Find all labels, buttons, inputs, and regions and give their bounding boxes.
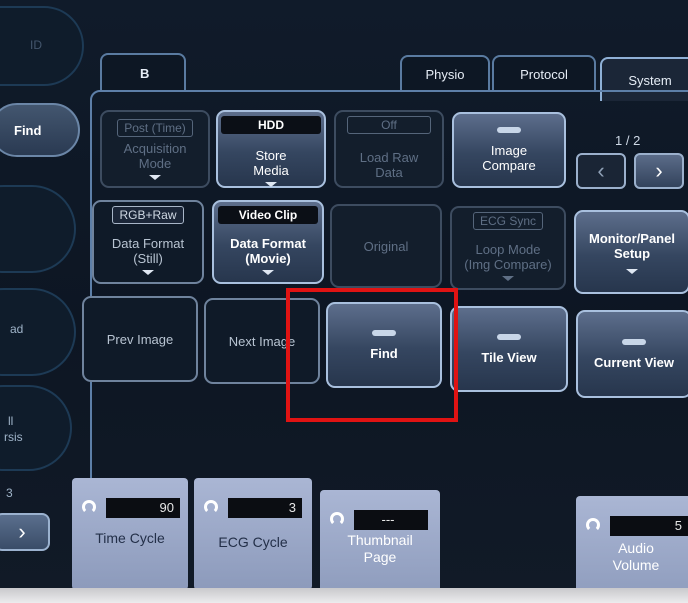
ecg-cycle-label: ECG Cycle	[218, 534, 288, 550]
knob-icon	[82, 500, 96, 514]
data-format-movie-button[interactable]: Video Clip Data Format (Movie)	[212, 200, 324, 284]
thumbnail-page-label-1: Thumbnail	[347, 532, 413, 548]
next-page-button[interactable]: ›	[634, 153, 684, 189]
acquisition-mode-value: Post (Time)	[117, 118, 193, 137]
monitor-panel-setup-button[interactable]: Monitor/Panel Setup	[574, 210, 688, 294]
audio-volume-value: 5	[610, 516, 688, 536]
acquisition-mode-button[interactable]: Post (Time) Acquisition Mode	[100, 110, 210, 188]
data-format-movie-label-1: Data Format	[230, 236, 306, 251]
indicator-light	[497, 127, 521, 133]
tab-system-label: System	[628, 72, 672, 88]
indicator-light	[497, 333, 521, 340]
dropdown-arrow-icon	[142, 270, 154, 275]
prev-image-label: Prev Image	[106, 331, 174, 347]
time-cycle-knob[interactable]: 90 Time Cycle	[72, 478, 188, 590]
tab-b[interactable]: B	[100, 53, 186, 91]
current-view-label: Current View	[594, 354, 674, 370]
image-compare-button[interactable]: Image Compare	[452, 112, 566, 188]
time-cycle-value: 90	[106, 498, 180, 518]
tile-view-label: Tile View	[481, 349, 537, 365]
tab-protocol-label: Protocol	[520, 66, 568, 82]
data-format-still-value: RGB+Raw	[112, 206, 184, 224]
audio-volume-label-2: Volume	[612, 557, 660, 573]
tab-b-label: B	[140, 65, 150, 81]
rail-find-button[interactable]: Find	[0, 103, 80, 157]
rail-button-analysis[interactable]	[0, 385, 72, 471]
ecg-cycle-knob[interactable]: 3 ECG Cycle	[194, 478, 312, 590]
store-media-label-1: Store	[255, 148, 287, 163]
chevron-right-icon: ›	[655, 158, 663, 183]
tab-physio-label: Physio	[425, 66, 465, 82]
rail-load-label: ad	[10, 322, 24, 336]
image-compare-label-2: Compare	[482, 158, 536, 173]
rail-analysis-label-1: ll	[8, 414, 14, 428]
prev-image-button[interactable]: Prev Image	[82, 296, 198, 382]
dropdown-arrow-icon	[149, 174, 161, 180]
store-media-label-2: Media	[253, 163, 289, 178]
audio-volume-label-1: Audio	[618, 540, 654, 556]
data-format-still-label-1: Data Format	[111, 236, 185, 251]
data-format-movie-label-2: (Movie)	[245, 251, 291, 266]
load-raw-data-button[interactable]: Off Load Raw Data	[334, 110, 444, 188]
tile-view-button[interactable]: Tile View	[450, 306, 568, 392]
prev-page-button[interactable]: ‹	[576, 153, 626, 189]
data-format-movie-value: Video Clip	[218, 206, 318, 224]
device-bezel	[0, 588, 688, 603]
store-media-button[interactable]: HDD Store Media	[216, 110, 326, 188]
load-raw-data-label-2: Data	[375, 165, 403, 180]
dropdown-arrow-icon	[502, 276, 514, 281]
loop-mode-button[interactable]: ECG Sync Loop Mode (Img Compare)	[450, 206, 566, 290]
store-media-value: HDD	[221, 116, 321, 134]
knob-icon	[204, 500, 218, 514]
thumbnail-page-knob[interactable]: --- Thumbnail Page	[320, 490, 440, 590]
highlight-box	[286, 288, 458, 422]
ecg-cycle-value: 3	[228, 498, 302, 518]
rail-find-label: Find	[14, 122, 42, 138]
audio-volume-knob[interactable]: 5 Audio Volume	[576, 496, 688, 590]
tab-protocol[interactable]: Protocol	[492, 55, 596, 91]
rail-next-button[interactable]: ›	[0, 513, 50, 551]
data-format-still-button[interactable]: RGB+Raw Data Format (Still)	[92, 200, 204, 284]
knob-icon	[586, 518, 600, 532]
page-indicator: 1 / 2	[615, 133, 641, 148]
rail-analysis-label-2: rsis	[4, 430, 23, 444]
chevron-right-icon: ›	[18, 519, 26, 544]
rail-id-label: ID	[30, 38, 42, 52]
knob-icon	[330, 512, 344, 526]
monitor-panel-label-1: Monitor/Panel	[589, 230, 675, 246]
load-raw-data-label-1: Load Raw	[359, 150, 419, 165]
loop-mode-label-2: (Img Compare)	[464, 257, 552, 272]
dropdown-arrow-icon	[265, 182, 277, 187]
current-view-button[interactable]: Current View	[576, 310, 688, 398]
load-raw-data-value: Off	[347, 116, 431, 134]
monitor-panel-label-2: Setup	[613, 245, 651, 261]
acquisition-mode-label-2: Mode	[138, 155, 172, 171]
time-cycle-label: Time Cycle	[95, 530, 165, 546]
chevron-left-icon: ‹	[597, 158, 605, 183]
original-button[interactable]: Original	[330, 204, 442, 288]
thumbnail-page-label-2: Page	[363, 549, 397, 565]
tab-physio[interactable]: Physio	[400, 55, 490, 91]
rail-button-2[interactable]	[0, 185, 76, 273]
loop-mode-value: ECG Sync	[472, 212, 543, 230]
image-compare-label-1: Image	[490, 143, 528, 158]
dropdown-arrow-icon	[262, 270, 274, 275]
data-format-still-label-2: (Still)	[133, 251, 163, 266]
acquisition-mode-label-1: Acquisition	[123, 140, 187, 156]
ultrasound-touch-panel: ID Find ad ll rsis 3 › B Physio Protocol…	[0, 0, 688, 590]
dropdown-arrow-icon	[626, 268, 638, 274]
loop-mode-label-1: Loop Mode	[475, 242, 541, 257]
indicator-light	[622, 338, 646, 345]
thumbnail-page-value: ---	[354, 510, 428, 530]
rail-page-label: 3	[6, 486, 13, 500]
rail-button-id[interactable]	[0, 6, 84, 86]
original-label: Original	[363, 238, 409, 254]
